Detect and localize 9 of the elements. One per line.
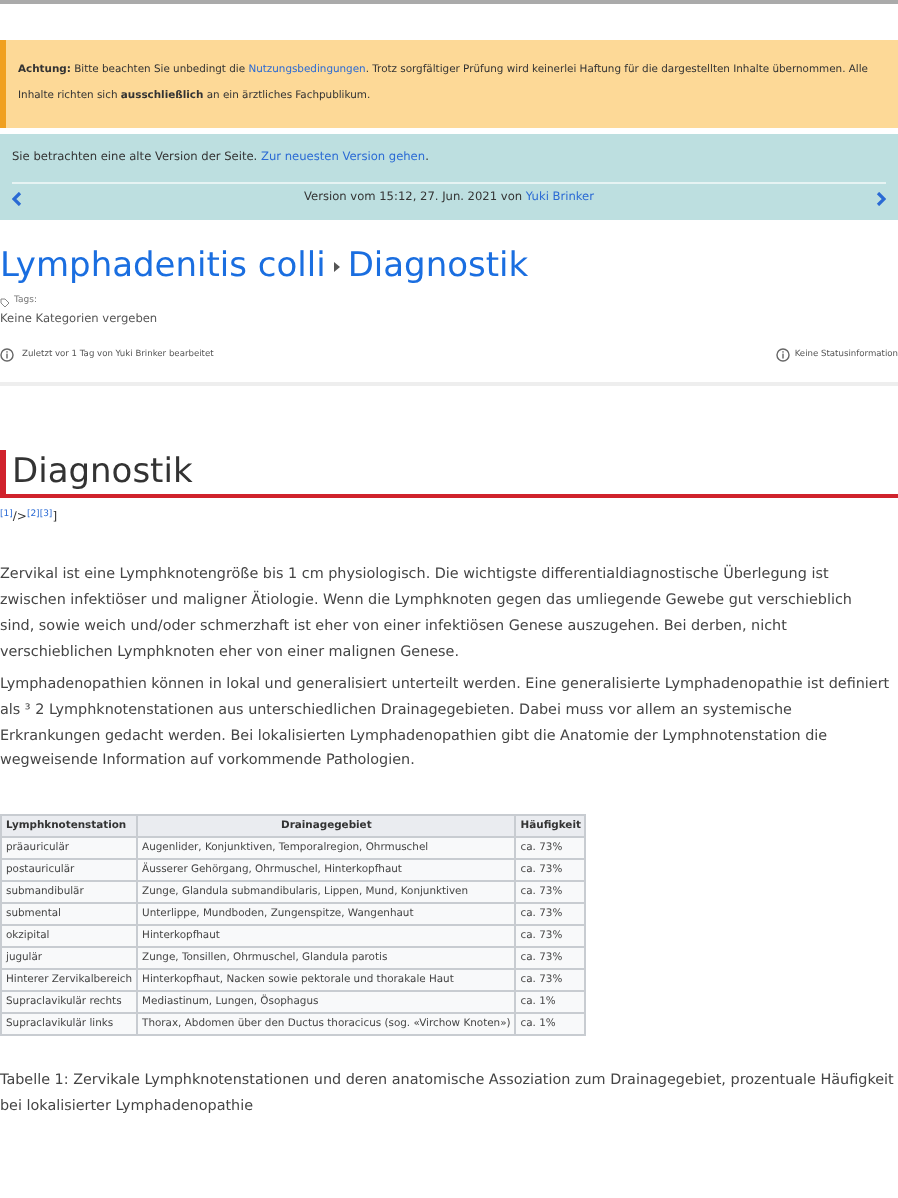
breadcrumb-separator-icon (333, 261, 340, 271)
info-icon (0, 348, 14, 363)
chevron-left-icon[interactable] (12, 192, 22, 206)
section-heading: Diagnostik (0, 450, 898, 499)
breadcrumb-link[interactable]: Diagnostik (347, 242, 529, 290)
tag-icon (0, 297, 10, 308)
breadcrumb-link[interactable]: Lymphadenitis colli (0, 242, 326, 290)
chevron-right-icon[interactable] (876, 192, 886, 206)
info-icon (776, 348, 791, 363)
